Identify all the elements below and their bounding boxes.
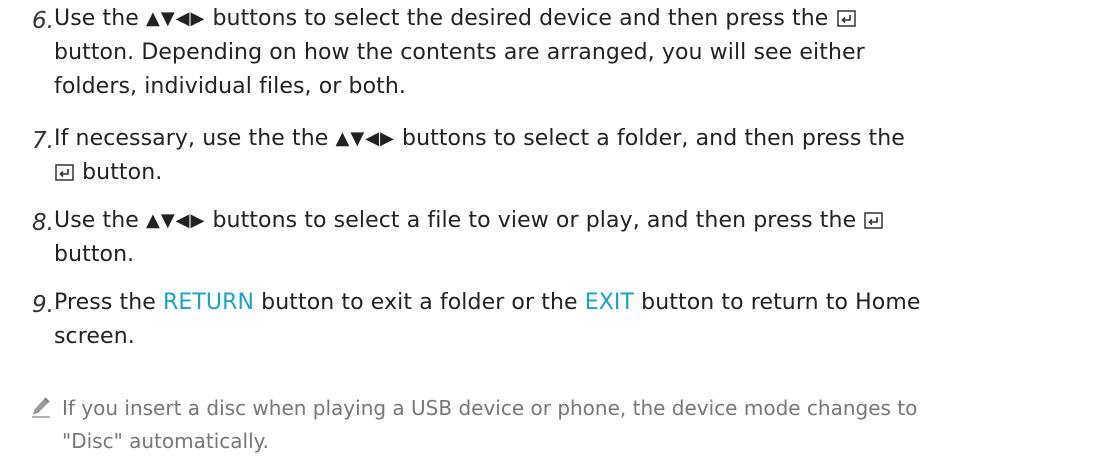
enter-icon: [55, 164, 74, 181]
note-text: If you insert a disc when playing a USB …: [62, 392, 1092, 458]
step-number: 6.: [32, 8, 54, 34]
pencil-icon: [32, 397, 50, 418]
step-text-segment: Use the: [54, 208, 139, 233]
step-text-line: folders, individual files, or both.: [54, 74, 407, 99]
exit-button-label: EXIT: [584, 290, 635, 315]
step-text: Use the ▲▼◀▶ buttons to select the desir…: [54, 2, 1084, 104]
step-text-segment: If necessary, use the the: [54, 126, 329, 151]
step-text-segment: buttons to select the desired device and…: [212, 6, 829, 31]
step-text-segment: button.: [82, 160, 163, 185]
step-text-line: button. Depending on how the contents ar…: [54, 40, 865, 65]
step-text-segment: buttons to select a file to view or play…: [212, 208, 857, 233]
enter-icon: [864, 212, 884, 229]
step-text-segment: button to return to Home: [641, 290, 921, 315]
step-text-segment: button to exit a folder or the: [261, 290, 578, 315]
step-text: Use the ▲▼◀▶ buttons to select a file to…: [54, 204, 1084, 272]
direction-arrows-icon: ▲▼◀▶: [335, 128, 395, 149]
note-text-line: If you insert a disc when playing a USB …: [62, 396, 918, 420]
step-number: 8.: [32, 210, 54, 236]
step-text-segment: buttons to select a folder, and then pre…: [402, 126, 905, 151]
manual-page: 6. Use the ▲▼◀▶ buttons to select the de…: [0, 0, 1104, 460]
step-text: Press the RETURN button to exit a folder…: [54, 286, 1084, 354]
step-text-segment: Use the: [54, 6, 139, 31]
step-number: 7.: [32, 128, 54, 154]
step-text-segment: Press the: [54, 290, 156, 315]
return-button-label: RETURN: [163, 290, 255, 315]
enter-icon: [836, 10, 856, 27]
step-number: 9.: [32, 292, 54, 318]
note-text-line: "Disc" automatically.: [62, 429, 269, 453]
direction-arrows-icon: ▲▼◀▶: [146, 210, 206, 231]
step-text-line: screen.: [54, 324, 135, 349]
step-text-line: button.: [54, 242, 135, 267]
step-text: If necessary, use the the ▲▼◀▶ buttons t…: [54, 122, 1084, 190]
direction-arrows-icon: ▲▼◀▶: [146, 8, 206, 29]
